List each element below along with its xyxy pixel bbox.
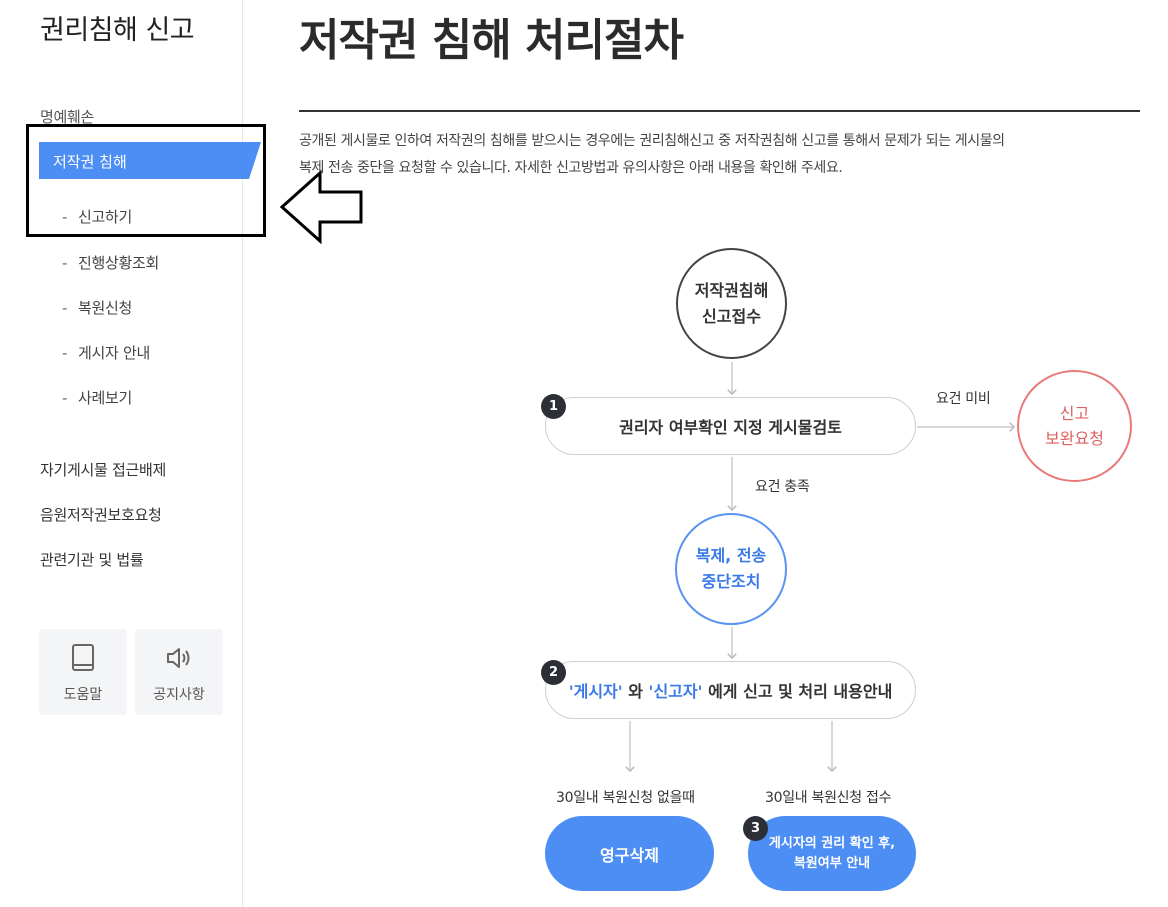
sidebar-subitem-status[interactable]: 진행상황조회 [62,252,159,273]
flow-text: 에게 신고 및 처리 내용안내 [702,682,893,701]
sidebar-subitem-restore[interactable]: 복원신청 [62,297,132,318]
flow-text-reporter: '신고자' [648,682,703,701]
flow-step2-notify: '게시자' 와 '신고자' 에게 신고 및 처리 내용안내 [545,661,916,719]
sidebar-item-self-exclusion[interactable]: 자기게시물 접근배제 [40,459,166,480]
flow-restore-node: 게시자의 권리 확인 후, 복원여부 안내 [748,816,916,891]
flow-text: 복원여부 안내 [793,855,871,871]
book-icon [39,643,127,673]
help-button[interactable]: 도움말 [39,629,127,715]
flow-text: 와 [622,682,649,701]
flow-label-met: 요건 충족 [755,479,810,495]
flow-delete-node: 영구삭제 [545,816,714,891]
title-divider [299,110,1140,112]
step-badge: 1 [541,394,566,419]
sidebar-item-related-law[interactable]: 관련기관 및 법률 [40,549,144,570]
flow-label-no-restore: 30일내 복원신청 없을때 [556,790,695,806]
flow-text: 신고 [1059,404,1090,423]
flow-text: 보완요청 [1045,429,1104,448]
sidebar-subitem-cases[interactable]: 사례보기 [62,387,132,408]
speaker-icon [135,643,223,673]
flow-supplement-node: 신고 보완요청 [1017,370,1132,482]
sidebar-title: 권리침해 신고 [40,15,195,46]
flow-text: 게시자의 권리 확인 후, [768,835,896,851]
flow-text: 복제, 전송 [695,546,767,565]
flow-start-node: 저작권침해 신고접수 [676,248,787,359]
flow-step1-review: 권리자 여부확인 지정 게시물검토 [545,397,916,455]
sidebar-item-music-copyright[interactable]: 음원저작권보호요청 [40,504,162,525]
notice-button[interactable]: 공지사항 [135,629,223,715]
flow-text: 저작권침해 [694,280,769,300]
flow-label-missing: 요건 미비 [936,391,991,407]
sidebar: 권리침해 신고 명예훼손 저작권 침해 신고하기 진행상황조회 복원신청 게시자… [0,0,266,907]
highlight-box-annotation [26,124,266,237]
intro-line: 복제 전송 중단을 요청할 수 있습니다. 자세한 신고방법과 유의사항은 아래… [299,160,843,176]
intro-text: 공개된 게시물로 인하여 저작권의 침해를 받으시는 경우에는 권리침해신고 중… [299,128,1099,182]
flow-label-restore-received: 30일내 복원신청 접수 [765,790,892,806]
intro-line: 공개된 게시물로 인하여 저작권의 침해를 받으시는 경우에는 권리침해신고 중… [299,133,1005,149]
notice-label: 공지사항 [153,687,205,703]
flow-stop-node: 복제, 전송 중단조치 [675,513,787,625]
step-badge: 3 [743,816,768,841]
step-badge: 2 [541,660,566,685]
flow-text: 신고접수 [702,306,761,326]
page-title: 저작권 침해 처리절차 [299,15,684,66]
flow-text-poster: '게시자' [568,682,623,701]
help-label: 도움말 [63,687,103,703]
sidebar-subitem-poster-guide[interactable]: 게시자 안내 [62,342,150,363]
flow-text: 중단조치 [701,572,761,591]
